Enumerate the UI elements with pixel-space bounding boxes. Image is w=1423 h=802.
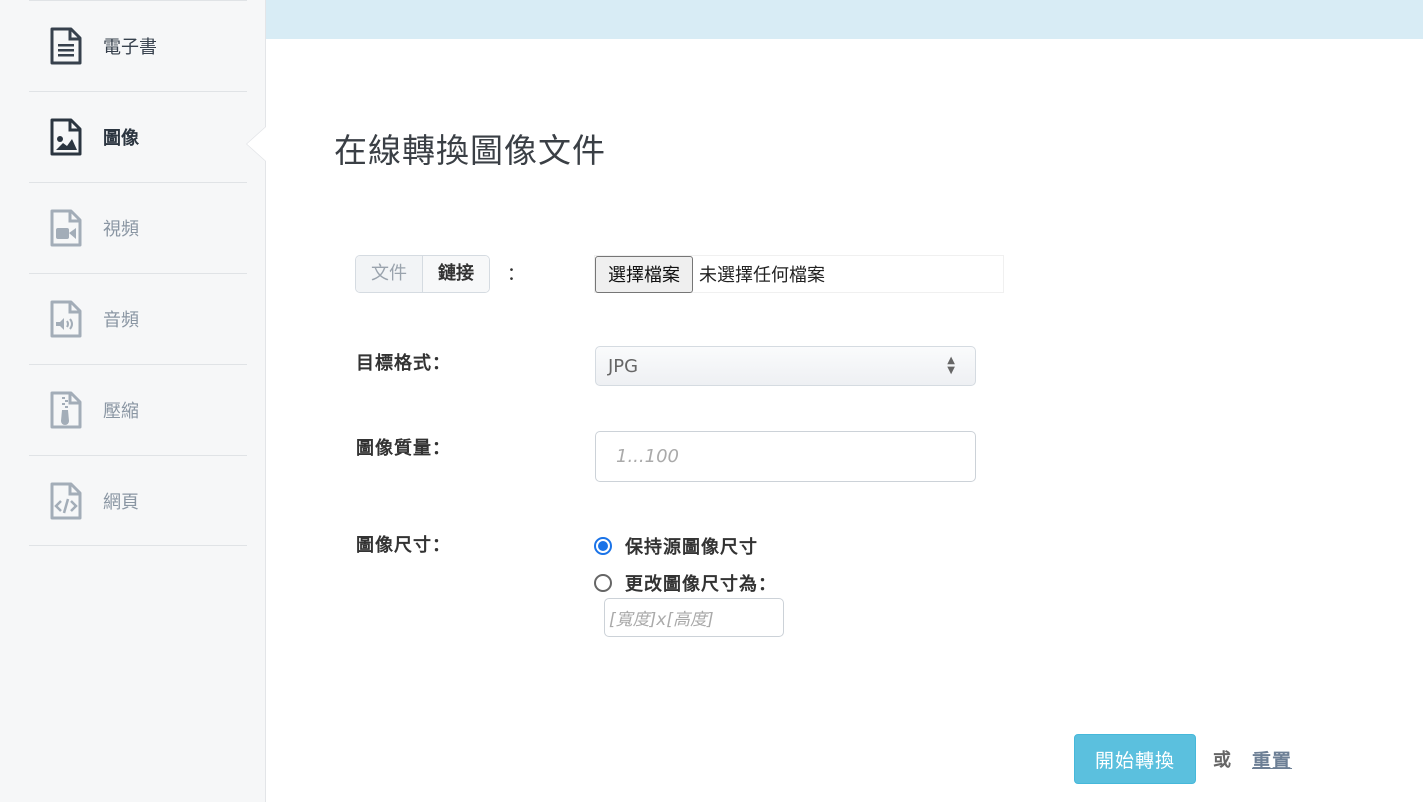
dimension-input[interactable]: [寬度]x[高度] bbox=[604, 598, 784, 637]
image-size-label: 圖像尺寸： bbox=[356, 535, 451, 556]
sidebar-item-label: 圖像 bbox=[103, 128, 139, 149]
code-file-icon bbox=[50, 482, 82, 519]
image-quality-input[interactable]: 1...100 bbox=[595, 431, 976, 482]
sidebar-item-label: 電子書 bbox=[103, 37, 157, 58]
ebook-file-icon bbox=[50, 27, 82, 65]
sidebar-item-label: 網頁 bbox=[103, 491, 139, 513]
tab-link[interactable]: 鏈接 bbox=[423, 256, 489, 292]
sidebar-item-video[interactable]: 視頻 bbox=[29, 182, 247, 273]
sidebar-item-audio[interactable]: 音頻 bbox=[29, 273, 247, 364]
start-convert-button[interactable]: 開始轉換 bbox=[1074, 734, 1196, 784]
video-file-icon bbox=[50, 209, 82, 247]
choose-file-button[interactable]: 選擇檔案 bbox=[595, 255, 693, 293]
radio-keep-size-label: 保持源圖像尺寸 bbox=[625, 537, 758, 558]
sidebar-item-archive[interactable]: 壓縮 bbox=[29, 364, 247, 455]
target-format-value: JPG bbox=[608, 355, 639, 377]
radio-unchecked-icon[interactable] bbox=[594, 574, 612, 592]
sidebar-item-image[interactable]: 圖像 bbox=[29, 91, 247, 182]
file-status-text: 未選擇任何檔案 bbox=[699, 265, 825, 286]
sidebar-nav: 電子書 圖像 視頻 音頻 壓縮 網頁 bbox=[29, 0, 247, 546]
sidebar-item-label: 音頻 bbox=[103, 310, 139, 331]
image-quality-placeholder: 1...100 bbox=[616, 446, 679, 467]
audio-file-icon bbox=[50, 300, 82, 338]
source-tabs: 文件 鏈接 bbox=[355, 255, 490, 293]
reset-link[interactable]: 重置 bbox=[1252, 746, 1292, 773]
tab-file[interactable]: 文件 bbox=[356, 256, 423, 292]
target-format-select[interactable]: JPG ▲ ▼ bbox=[595, 346, 976, 386]
radio-change-size-label: 更改圖像尺寸為： bbox=[625, 574, 777, 595]
image-quality-label: 圖像質量： bbox=[356, 438, 451, 459]
page-title: 在線轉換圖像文件 bbox=[334, 131, 606, 170]
or-text: 或 bbox=[1213, 750, 1231, 771]
image-file-icon bbox=[50, 118, 82, 156]
sidebar: 電子書 圖像 視頻 音頻 壓縮 網頁 bbox=[0, 0, 266, 802]
source-colon: ： bbox=[507, 264, 525, 285]
radio-checked-icon[interactable] bbox=[594, 537, 612, 555]
radio-keep-size[interactable]: 保持源圖像尺寸 bbox=[594, 533, 758, 559]
sidebar-item-ebook[interactable]: 電子書 bbox=[29, 0, 247, 91]
sidebar-item-label: 視頻 bbox=[103, 219, 139, 240]
dimension-placeholder: [寬度]x[高度] bbox=[609, 610, 714, 630]
target-format-label: 目標格式： bbox=[356, 353, 451, 374]
active-indicator-caret bbox=[247, 127, 266, 161]
archive-file-icon bbox=[50, 391, 82, 429]
sidebar-item-webpage[interactable]: 網頁 bbox=[29, 455, 247, 546]
sidebar-item-label: 壓縮 bbox=[103, 401, 139, 422]
radio-change-size[interactable]: 更改圖像尺寸為： bbox=[594, 570, 777, 596]
top-banner bbox=[266, 0, 1423, 39]
file-input[interactable]: 選擇檔案 未選擇任何檔案 bbox=[594, 255, 1004, 293]
select-arrows-icon: ▲ ▼ bbox=[947, 355, 955, 376]
